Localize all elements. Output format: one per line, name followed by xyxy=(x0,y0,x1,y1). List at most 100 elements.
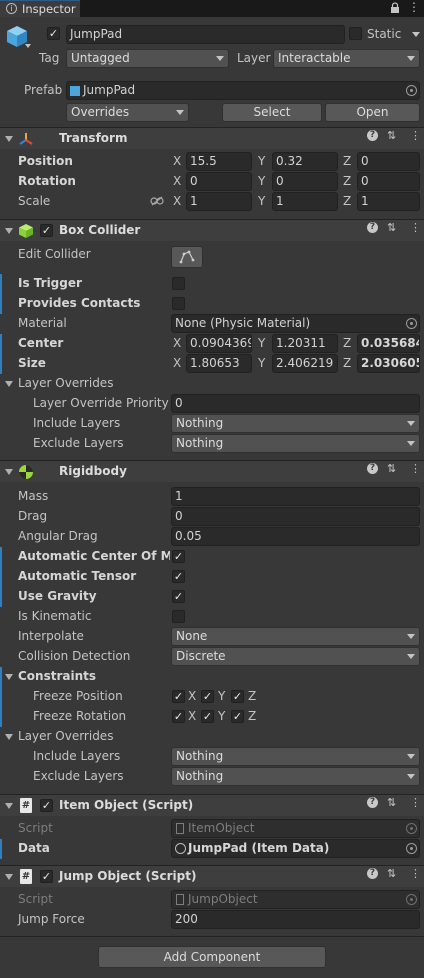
center-z-label[interactable]: Z xyxy=(343,336,351,350)
mass-field[interactable]: 1 xyxy=(171,487,420,506)
tag-dropdown[interactable]: Untagged xyxy=(66,49,229,68)
foldout-arrow-icon[interactable] xyxy=(5,874,13,880)
size-y-field[interactable]: 2.406219 xyxy=(272,354,338,373)
freeze-rotation-z-checkbox[interactable]: ✓ xyxy=(231,710,244,723)
select-button[interactable]: Select xyxy=(222,103,322,122)
size-x-field[interactable]: 1.80653 xyxy=(186,354,252,373)
rotation-y-field[interactable]: 0 xyxy=(272,172,338,191)
context-menu-icon[interactable]: ⋮ xyxy=(410,796,421,809)
center-x-label[interactable]: X xyxy=(173,336,181,350)
item-object-header[interactable]: # ✓ Item Object (Script) ? ⇅ ⋮ xyxy=(0,794,424,816)
center-z-field[interactable]: 0.035684 xyxy=(357,334,420,353)
help-icon[interactable]: ? xyxy=(367,463,378,474)
collider-exclude-layers-dropdown[interactable]: Nothing xyxy=(171,434,420,453)
help-icon[interactable]: ? xyxy=(367,868,378,879)
layer-overrides-label[interactable]: Layer Overrides xyxy=(18,376,113,390)
position-z-field[interactable]: 0 xyxy=(357,152,420,171)
jump-force-field[interactable]: 200 xyxy=(171,910,420,929)
item-object-enabled-checkbox[interactable]: ✓ xyxy=(40,799,53,812)
rotation-z-field[interactable]: 0 xyxy=(357,172,420,191)
preset-icon[interactable]: ⇅ xyxy=(387,129,396,142)
scale-y-field[interactable]: 1 xyxy=(272,192,338,211)
rb-layer-overrides-label[interactable]: Layer Overrides xyxy=(18,729,113,743)
provides-contacts-checkbox[interactable] xyxy=(172,297,185,310)
layer-dropdown[interactable]: Interactable xyxy=(273,49,420,68)
drag-field[interactable]: 0 xyxy=(171,507,420,526)
active-checkbox[interactable]: ✓ xyxy=(47,27,60,40)
preset-icon[interactable]: ⇅ xyxy=(387,796,396,809)
object-picker-icon[interactable] xyxy=(406,318,417,329)
object-icon-dropdown-icon[interactable] xyxy=(25,44,31,48)
scale-x-label[interactable]: X xyxy=(173,194,181,208)
box-collider-enabled-checkbox[interactable]: ✓ xyxy=(40,224,53,237)
size-z-field[interactable]: 2.030605 xyxy=(357,354,420,373)
help-icon[interactable]: ? xyxy=(367,222,378,233)
rotation-y-label[interactable]: Y xyxy=(258,174,265,188)
position-x-label[interactable]: X xyxy=(173,154,181,168)
freeze-rotation-x-checkbox[interactable]: ✓ xyxy=(172,710,185,723)
menu-icon[interactable]: ⋮ xyxy=(408,0,420,14)
interpolate-dropdown[interactable]: None xyxy=(171,627,420,646)
position-y-field[interactable]: 0.32 xyxy=(272,152,338,171)
preset-icon[interactable]: ⇅ xyxy=(387,462,396,475)
open-button[interactable]: Open xyxy=(325,103,420,122)
foldout-arrow-icon[interactable] xyxy=(5,136,13,142)
foldout-arrow-icon[interactable] xyxy=(5,803,13,809)
help-icon[interactable]: ? xyxy=(367,130,378,141)
size-x-label[interactable]: X xyxy=(173,356,181,370)
use-gravity-checkbox[interactable]: ✓ xyxy=(172,590,185,603)
lock-icon[interactable] xyxy=(390,2,400,14)
freeze-position-z-checkbox[interactable]: ✓ xyxy=(231,690,244,703)
help-icon[interactable]: ? xyxy=(367,797,378,808)
prefab-field[interactable]: JumpPad xyxy=(66,81,420,100)
angular-drag-field[interactable]: 0.05 xyxy=(171,527,420,546)
rigidbody-header[interactable]: Rigidbody ? ⇅ ⋮ xyxy=(0,460,424,482)
foldout-arrow-icon[interactable] xyxy=(5,228,13,234)
foldout-arrow-icon[interactable] xyxy=(5,674,13,680)
context-menu-icon[interactable]: ⋮ xyxy=(410,129,421,142)
freeze-position-x-checkbox[interactable]: ✓ xyxy=(172,690,185,703)
context-menu-icon[interactable]: ⋮ xyxy=(410,867,421,880)
static-dropdown-icon[interactable] xyxy=(412,32,420,37)
center-x-field[interactable]: 0.0904369 xyxy=(186,334,252,353)
overrides-dropdown[interactable]: Overrides xyxy=(66,103,189,122)
context-menu-icon[interactable]: ⋮ xyxy=(410,221,421,234)
collider-include-layers-dropdown[interactable]: Nothing xyxy=(171,414,420,433)
scale-x-field[interactable]: 1 xyxy=(186,192,252,211)
static-checkbox[interactable] xyxy=(349,27,362,40)
auto-tensor-checkbox[interactable]: ✓ xyxy=(172,570,185,583)
box-collider-header[interactable]: ✓ Box Collider ? ⇅ ⋮ xyxy=(0,219,424,241)
constraints-label[interactable]: Constraints xyxy=(18,669,96,683)
transform-header[interactable]: Transform ? ⇅ ⋮ xyxy=(0,127,424,149)
rotation-x-field[interactable]: 0 xyxy=(186,172,252,191)
center-y-field[interactable]: 1.20311 xyxy=(272,334,338,353)
freeze-position-y-checkbox[interactable]: ✓ xyxy=(201,690,214,703)
position-y-label[interactable]: Y xyxy=(258,154,265,168)
scale-y-label[interactable]: Y xyxy=(258,194,265,208)
rotation-z-label[interactable]: Z xyxy=(343,174,351,188)
freeze-rotation-y-checkbox[interactable]: ✓ xyxy=(201,710,214,723)
rb-include-layers-dropdown[interactable]: Nothing xyxy=(171,747,420,766)
object-picker-icon[interactable] xyxy=(406,843,417,854)
foldout-arrow-icon[interactable] xyxy=(5,469,13,475)
foldout-arrow-icon[interactable] xyxy=(5,381,13,387)
preset-icon[interactable]: ⇅ xyxy=(387,221,396,234)
position-x-field[interactable]: 15.5 xyxy=(186,152,252,171)
edit-collider-button[interactable] xyxy=(171,246,203,268)
scale-z-field[interactable]: 1 xyxy=(357,192,420,211)
center-y-label[interactable]: Y xyxy=(258,336,265,350)
object-name-field[interactable]: JumpPad xyxy=(66,25,345,44)
size-z-label[interactable]: Z xyxy=(343,356,351,370)
rb-exclude-layers-dropdown[interactable]: Nothing xyxy=(171,767,420,786)
rotation-x-label[interactable]: X xyxy=(173,174,181,188)
tab-inspector[interactable]: i Inspector xyxy=(0,0,80,17)
auto-center-of-mass-checkbox[interactable]: ✓ xyxy=(172,550,185,563)
material-field[interactable]: None (Physic Material) xyxy=(171,314,420,333)
is-kinematic-checkbox[interactable] xyxy=(172,610,185,623)
preset-icon[interactable]: ⇅ xyxy=(387,867,396,880)
scale-z-label[interactable]: Z xyxy=(343,194,351,208)
foldout-arrow-icon[interactable] xyxy=(5,734,13,740)
jump-object-enabled-checkbox[interactable]: ✓ xyxy=(40,870,53,883)
object-picker-icon[interactable] xyxy=(406,85,417,96)
item-data-field[interactable]: JumpPad (Item Data) xyxy=(171,839,420,858)
